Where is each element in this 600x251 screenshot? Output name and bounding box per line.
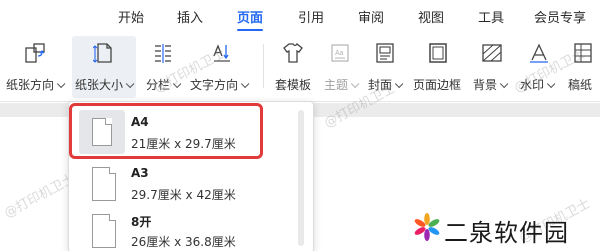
watermark-label: 水印	[520, 78, 545, 92]
manuscript-label: 稿纸	[568, 78, 593, 92]
svg-text:Aa: Aa	[335, 50, 344, 57]
tab-tools[interactable]: 工具	[478, 7, 504, 26]
logo-text: 二泉软件园	[444, 219, 569, 247]
tab-review[interactable]: 审阅	[358, 7, 384, 26]
columns-icon	[155, 44, 171, 63]
option-name: A3	[131, 166, 149, 180]
background-icon	[482, 44, 502, 62]
tab-home[interactable]: 开始	[118, 7, 144, 26]
tab-member[interactable]: 会员专享	[534, 7, 586, 26]
cover-label: 封面	[368, 78, 393, 92]
columns-label: 分栏	[146, 78, 171, 92]
tab-view[interactable]: 视图	[418, 7, 444, 26]
option-name: A4	[131, 115, 149, 129]
manuscript-icon	[574, 43, 592, 63]
paper-size-option-a3[interactable]: A3 29.7厘米 x 42厘米	[75, 159, 295, 207]
theme-icon: Aa	[331, 44, 349, 62]
page-icon	[92, 214, 116, 248]
template-button[interactable]: 套模板	[270, 36, 316, 98]
background-label: 背景	[473, 78, 498, 92]
manuscript-button[interactable]: 稿纸	[566, 36, 600, 98]
text-direction-icon	[213, 44, 230, 62]
chevron-down-icon	[125, 79, 135, 89]
text-direction-label: 文字方向	[190, 78, 239, 92]
menu-bar: 开始 插入 页面 引用 审阅 视图 工具 会员专享	[0, 0, 600, 32]
chevron-down-icon	[546, 79, 556, 89]
site-logo: 二泉软件园	[412, 208, 598, 248]
paper-size-icon	[93, 43, 112, 63]
paper-size-label: 纸张大小	[75, 78, 124, 92]
text-direction-button[interactable]: 文字方向	[188, 36, 256, 98]
chevron-down-icon	[240, 79, 250, 89]
template-label: 套模板	[275, 78, 312, 92]
tab-insert[interactable]: 插入	[177, 7, 203, 26]
paper-size-dropdown: A4 21厘米 x 29.7厘米 A3 29.7厘米 x 42厘米 8开 26厘…	[68, 101, 314, 251]
ribbon-toolbar: 纸张方向 纸张大小 分栏 文字方向 套模板 Aa 主题 封面 页面边框 背景 水…	[0, 32, 600, 102]
cover-button[interactable]: 封面	[364, 36, 406, 98]
page-border-icon	[429, 43, 447, 63]
option-name: 8开	[131, 215, 152, 229]
paper-size-option-a4[interactable]: A4 21厘米 x 29.7厘米	[75, 108, 295, 156]
option-size: 21厘米 x 29.7厘米	[131, 137, 236, 151]
shirt-icon	[283, 43, 303, 63]
cover-icon	[376, 43, 394, 63]
orientation-icon	[25, 43, 45, 63]
page-border-label: 页面边框	[413, 78, 462, 92]
tab-references[interactable]: 引用	[298, 7, 324, 26]
watermark-icon	[530, 43, 548, 63]
tab-page[interactable]: 页面	[237, 7, 263, 26]
page-icon	[92, 118, 112, 146]
paper-size-option-8k[interactable]: 8开 26厘米 x 36.8厘米	[75, 206, 295, 251]
chevron-down-icon	[172, 79, 182, 89]
theme-label: 主题	[324, 78, 349, 92]
chevron-down-icon	[56, 79, 66, 89]
pinwheel-logo-icon	[414, 213, 440, 241]
background-button[interactable]: 背景	[470, 36, 514, 98]
chevron-down-icon	[350, 79, 360, 89]
paper-size-button[interactable]: 纸张大小	[72, 36, 136, 98]
theme-button[interactable]: Aa 主题	[320, 36, 360, 98]
page-border-button[interactable]: 页面边框	[410, 36, 466, 98]
active-tab-indicator	[237, 29, 263, 31]
columns-button[interactable]: 分栏	[142, 36, 186, 98]
orientation-button[interactable]: 纸张方向	[2, 36, 70, 98]
page-icon	[92, 167, 116, 201]
ribbon-divider	[263, 44, 264, 88]
watermark-button[interactable]: 水印	[516, 36, 562, 98]
orientation-label: 纸张方向	[6, 78, 55, 92]
chevron-down-icon	[394, 79, 404, 89]
option-size: 29.7厘米 x 42厘米	[131, 188, 236, 202]
option-size: 26厘米 x 36.8厘米	[131, 235, 236, 249]
chevron-down-icon	[499, 79, 509, 89]
dropdown-scrollbar[interactable]	[298, 110, 304, 246]
